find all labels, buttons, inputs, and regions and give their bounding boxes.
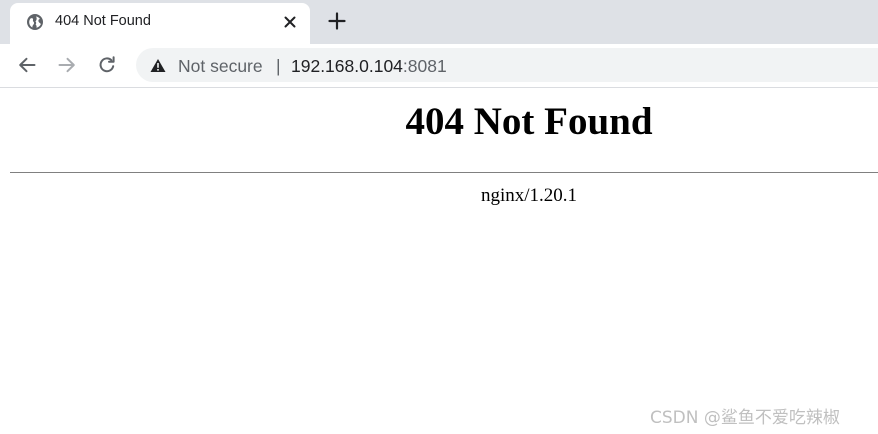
url-host: 192.168.0.104 xyxy=(291,56,403,76)
new-tab-icon[interactable] xyxy=(326,10,348,32)
tab-strip: 404 Not Found xyxy=(0,0,878,44)
url-text[interactable]: 192.168.0.104:8081 xyxy=(291,56,447,77)
watermark-text: CSDN @鲨鱼不爱吃辣椒 xyxy=(650,408,840,428)
close-tab-icon[interactable] xyxy=(280,12,300,32)
back-arrow-icon[interactable] xyxy=(16,54,38,76)
browser-toolbar: Not secure | 192.168.0.104:8081 xyxy=(0,44,878,88)
horizontal-rule xyxy=(10,172,878,173)
security-status-label[interactable]: Not secure xyxy=(178,56,263,77)
forward-arrow-icon[interactable] xyxy=(56,54,78,76)
address-bar[interactable]: Not secure | 192.168.0.104:8081 xyxy=(136,48,878,82)
url-port: :8081 xyxy=(402,56,447,76)
chip-separator: | xyxy=(276,56,281,76)
tab-title: 404 Not Found xyxy=(55,13,151,29)
page-content: 404 Not Found nginx/1.20.1 CSDN @鲨鱼不爱吃辣椒 xyxy=(0,89,878,434)
globe-icon xyxy=(27,14,43,30)
warning-icon[interactable] xyxy=(150,58,166,73)
active-tab[interactable]: 404 Not Found xyxy=(10,3,310,44)
page-title: 404 Not Found xyxy=(405,100,653,143)
reload-icon[interactable] xyxy=(96,54,118,76)
server-signature: nginx/1.20.1 xyxy=(480,185,578,206)
